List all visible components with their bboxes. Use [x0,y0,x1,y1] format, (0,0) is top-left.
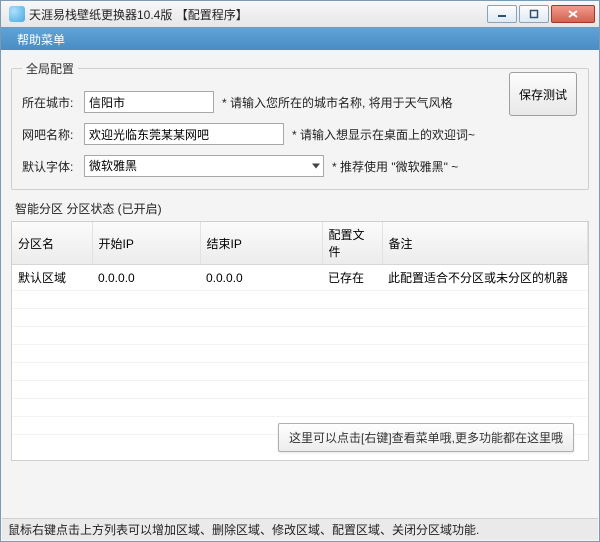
client-area: 全局配置 所在城市: * 请输入您所在的城市名称, 将用于天气风格 网吧名称: … [0,50,600,542]
titlebar: 天涯易栈壁纸更换器10.4版 【配置程序】 [0,0,600,28]
col-header-end-ip[interactable]: 结束IP [200,222,322,265]
partition-table[interactable]: 分区名 开始IP 结束IP 配置文件 备注 默认区域 0.0.0.0 0.0.0… [12,222,588,435]
statusbar: 鼠标右键点击上方列表可以增加区域、删除区域、修改区域、配置区域、关闭分区域功能. [2,518,598,540]
minimize-button[interactable] [487,5,517,23]
help-menu[interactable]: 帮助菜单 [9,29,73,50]
menubar: 帮助菜单 [0,28,600,50]
cafe-input[interactable] [84,123,284,145]
table-row[interactable] [12,345,588,363]
font-select[interactable]: 微软雅黑 [84,155,324,177]
global-config-group: 全局配置 所在城市: * 请输入您所在的城市名称, 将用于天气风格 网吧名称: … [11,60,589,190]
close-icon [567,9,579,19]
global-config-legend: 全局配置 [22,60,78,77]
city-input[interactable] [84,91,214,113]
col-header-start-ip[interactable]: 开始IP [92,222,200,265]
font-row: 默认字体: 微软雅黑 * 推荐使用 "微软雅黑" ~ [22,155,578,177]
minimize-icon [497,9,507,19]
cafe-hint: * 请输入想显示在桌面上的欢迎词~ [292,126,475,143]
city-row: 所在城市: * 请输入您所在的城市名称, 将用于天气风格 [22,91,578,113]
cafe-label: 网吧名称: [22,126,84,143]
col-header-note[interactable]: 备注 [382,222,588,265]
table-row[interactable] [12,399,588,417]
partition-table-wrap: 分区名 开始IP 结束IP 配置文件 备注 默认区域 0.0.0.0 0.0.0… [11,221,589,461]
col-header-name[interactable]: 分区名 [12,222,92,265]
window-controls [487,5,595,23]
cell-name: 默认区域 [12,265,92,291]
cell-note: 此配置适合不分区或未分区的机器 [382,265,588,291]
context-menu-hint-tooltip: 这里可以点击[右键]查看菜单哦,更多功能都在这里哦 [278,423,574,452]
app-icon [9,6,25,22]
save-test-button[interactable]: 保存测试 [509,72,577,116]
font-hint: * 推荐使用 "微软雅黑" ~ [332,158,458,175]
city-hint: * 请输入您所在的城市名称, 将用于天气风格 [222,94,453,111]
maximize-icon [529,9,539,19]
table-header-row: 分区名 开始IP 结束IP 配置文件 备注 [12,222,588,265]
table-row[interactable]: 默认区域 0.0.0.0 0.0.0.0 已存在 此配置适合不分区或未分区的机器 [12,265,588,291]
statusbar-text: 鼠标右键点击上方列表可以增加区域、删除区域、修改区域、配置区域、关闭分区域功能. [8,521,479,538]
table-row[interactable] [12,309,588,327]
cafe-row: 网吧名称: * 请输入想显示在桌面上的欢迎词~ [22,123,578,145]
cell-end-ip: 0.0.0.0 [200,265,322,291]
partition-header: 智能分区 分区状态 (已开启) [15,200,589,217]
window-title: 天涯易栈壁纸更换器10.4版 【配置程序】 [29,6,487,23]
col-header-config[interactable]: 配置文件 [322,222,382,265]
table-row[interactable] [12,327,588,345]
cell-start-ip: 0.0.0.0 [92,265,200,291]
table-row[interactable] [12,363,588,381]
city-label: 所在城市: [22,94,84,111]
cell-config: 已存在 [322,265,382,291]
font-label: 默认字体: [22,158,84,175]
close-button[interactable] [551,5,595,23]
table-row[interactable] [12,291,588,309]
table-row[interactable] [12,381,588,399]
maximize-button[interactable] [519,5,549,23]
